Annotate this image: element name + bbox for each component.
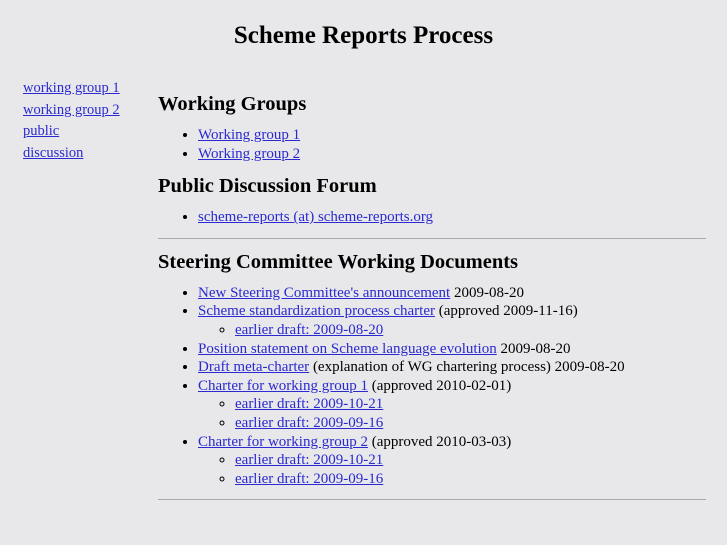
sublist-earlier-drafts: earlier draft: 2009-08-20 bbox=[198, 321, 706, 340]
list-item: earlier draft: 2009-09-16 bbox=[235, 414, 706, 433]
doc-date-note: (approved 2010-02-01) bbox=[367, 377, 512, 394]
page-root: Scheme Reports Process working group 1 w… bbox=[0, 0, 727, 545]
heading-public-discussion-forum: Public Discussion Forum bbox=[158, 175, 377, 198]
list-working-groups: Working group 1 Working group 2 bbox=[158, 126, 706, 163]
link-earlier-draft[interactable]: earlier draft: 2009-09-16 bbox=[235, 471, 383, 487]
link-charter-for-working-group-1[interactable]: Charter for working group 1 bbox=[198, 378, 368, 394]
link-new-steering-committee-announcement[interactable]: New Steering Committee's announcement bbox=[198, 285, 450, 301]
link-position-statement-scheme-language-evolution[interactable]: Position statement on Scheme language ev… bbox=[198, 341, 497, 357]
link-earlier-draft[interactable]: earlier draft: 2009-08-20 bbox=[235, 322, 383, 338]
sidebar-link-working-group-1[interactable]: working group 1 bbox=[23, 78, 143, 100]
heading-steering-committee-documents: Steering Committee Working Documents bbox=[158, 250, 519, 273]
sidebar-link-public-discussion[interactable]: public discussion bbox=[23, 121, 95, 164]
sublist-earlier-drafts: earlier draft: 2009-10-21 earlier draft:… bbox=[198, 395, 706, 432]
link-earlier-draft[interactable]: earlier draft: 2009-10-21 bbox=[235, 452, 383, 468]
link-earlier-draft[interactable]: earlier draft: 2009-10-21 bbox=[235, 396, 383, 412]
link-working-group-2[interactable]: Working group 2 bbox=[198, 146, 300, 162]
doc-date-note: (approved 2009-11-16) bbox=[434, 303, 578, 320]
list-item: Working group 1 bbox=[198, 126, 706, 145]
doc-date-note: (explanation of WG chartering process) 2… bbox=[309, 359, 625, 376]
divider-top bbox=[158, 237, 706, 239]
list-item: Charter for working group 2 (approved 20… bbox=[198, 433, 706, 489]
link-draft-meta-charter[interactable]: Draft meta-charter bbox=[198, 359, 309, 375]
link-working-group-1[interactable]: Working group 1 bbox=[198, 127, 300, 143]
sidebar-item-working-group-1[interactable]: working group 1 bbox=[23, 78, 143, 100]
sidebar-item-working-group-2[interactable]: working group 2 bbox=[23, 100, 143, 122]
list-item: Position statement on Scheme language ev… bbox=[198, 340, 706, 359]
list-item: earlier draft: 2009-10-21 bbox=[235, 451, 706, 470]
list-item: Working group 2 bbox=[198, 145, 706, 164]
main-content: Working Groups Working group 1 Working g… bbox=[158, 80, 706, 511]
link-charter-for-working-group-2[interactable]: Charter for working group 2 bbox=[198, 434, 368, 450]
sublist-earlier-drafts: earlier draft: 2009-10-21 earlier draft:… bbox=[198, 451, 706, 488]
divider-bottom bbox=[158, 499, 706, 501]
page-title: Scheme Reports Process bbox=[233, 22, 494, 49]
list-steering-documents: New Steering Committee's announcement 20… bbox=[158, 284, 706, 489]
sidebar-nav: working group 1 working group 2 public d… bbox=[23, 78, 143, 164]
list-item: Charter for working group 1 (approved 20… bbox=[198, 377, 706, 433]
list-public-discussion: scheme-reports (at) scheme-reports.org bbox=[158, 208, 706, 227]
link-mailing-list-address[interactable]: scheme-reports (at) scheme-reports.org bbox=[198, 209, 433, 225]
list-item: Draft meta-charter (explanation of WG ch… bbox=[198, 358, 706, 377]
doc-date-note: 2009-08-20 bbox=[496, 340, 571, 357]
list-item: earlier draft: 2009-08-20 bbox=[235, 321, 706, 340]
link-earlier-draft[interactable]: earlier draft: 2009-09-16 bbox=[235, 415, 383, 431]
doc-date-note: (approved 2010-03-03) bbox=[367, 433, 512, 450]
doc-date-note: 2009-08-20 bbox=[450, 284, 524, 301]
list-item: New Steering Committee's announcement 20… bbox=[198, 284, 706, 303]
sidebar-link-working-group-2[interactable]: working group 2 bbox=[23, 100, 143, 122]
sidebar-item-public-discussion[interactable]: public discussion bbox=[23, 121, 143, 164]
link-scheme-standardization-process-charter[interactable]: Scheme standardization process charter bbox=[198, 303, 435, 319]
list-item: scheme-reports (at) scheme-reports.org bbox=[198, 208, 706, 227]
list-item: Scheme standardization process charter (… bbox=[198, 302, 706, 339]
list-item: earlier draft: 2009-09-16 bbox=[235, 470, 706, 489]
list-item: earlier draft: 2009-10-21 bbox=[235, 395, 706, 414]
heading-working-groups: Working Groups bbox=[158, 93, 307, 115]
